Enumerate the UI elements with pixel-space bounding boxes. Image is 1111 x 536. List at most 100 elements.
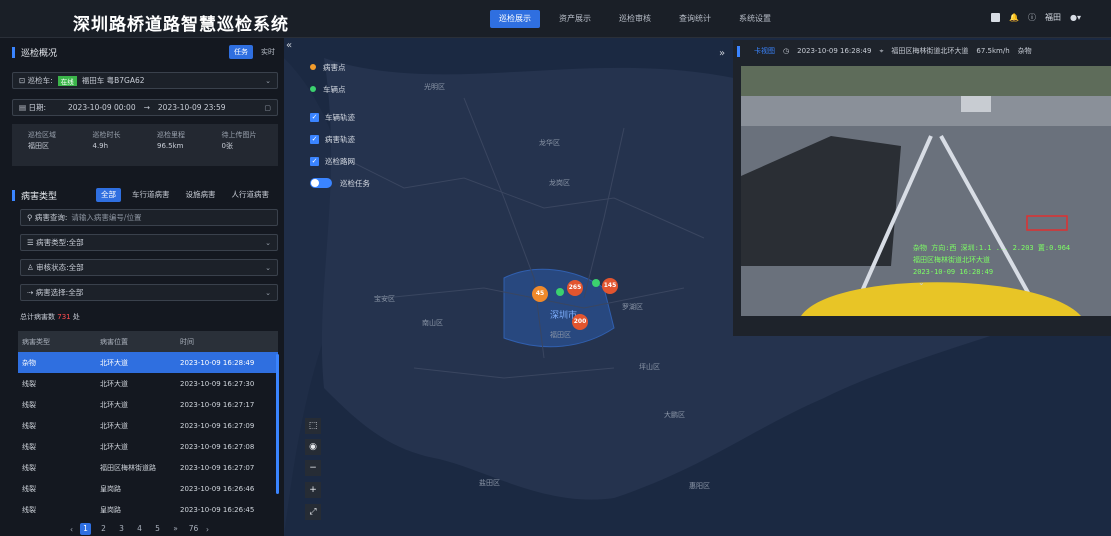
disease-cluster-marker[interactable]: 200 [572, 314, 588, 330]
pagination: ‹ 1 2 3 4 5 » 76 › [70, 523, 209, 535]
page-button[interactable]: 76 [188, 523, 199, 535]
overview-header: 巡检概况 任务 实时 [12, 40, 280, 64]
checkbox-road-network[interactable]: ✓ 巡检路网 [310, 150, 370, 172]
stat-area: 巡检区域 福田区 [28, 130, 93, 164]
page-button[interactable]: 4 [134, 523, 145, 535]
prev-page-icon[interactable]: ‹ [70, 525, 73, 534]
page-button[interactable]: 2 [98, 523, 109, 535]
tab-facility[interactable]: 设施病害 [181, 188, 221, 202]
nav-system-settings[interactable]: 系统设置 [730, 10, 780, 28]
drag-handle-icon[interactable]: ⌄ [918, 278, 925, 287]
disease-type-select[interactable]: ☰ 病害类型: 全部 ⌄ [20, 234, 278, 251]
video-location: 福田区梅林街道北环大道 [891, 47, 969, 55]
stat-label: 巡检区域 [28, 131, 56, 139]
map-label: 南山区 [422, 319, 443, 327]
video-type: 杂物 [1017, 47, 1032, 55]
list-icon: ☰ [27, 238, 37, 247]
calendar-picker-icon: ▢ [264, 104, 271, 112]
date-range-picker[interactable]: ▤ 日期: 2023-10-09 00:00 → 2023-10-09 23:5… [12, 99, 278, 116]
page-jump-button[interactable]: » [170, 523, 181, 535]
nav-asset-display[interactable]: 资产展示 [550, 10, 600, 28]
stat-value: 福田区 [28, 142, 49, 150]
tab-all[interactable]: 全部 [96, 188, 121, 202]
user-name[interactable]: 福田 [1045, 12, 1061, 23]
table-row[interactable]: 线裂 皇岗路 2023-10-09 16:26:45 [18, 499, 278, 520]
stat-value: 0张 [221, 142, 233, 150]
nav-inspection-display[interactable]: 巡检展示 [490, 10, 540, 28]
column-header[interactable]: 病害位置 [100, 337, 180, 347]
stat-value: 4.9h [92, 142, 109, 150]
zoom-out-icon[interactable]: − [305, 460, 321, 476]
stat-duration: 巡检时长 4.9h [93, 130, 158, 164]
table-scrollbar[interactable] [276, 354, 279, 494]
toggle-inspection-task[interactable]: 巡检任务 [310, 172, 370, 194]
date-end[interactable]: 2023-10-09 23:59 [158, 103, 226, 112]
map-legend: 病害点 车辆点 ✓ 车辆轨迹 ✓ 病害轨迹 ✓ 巡检路网 巡检任务 [310, 56, 370, 194]
column-header[interactable]: 病害类型 [18, 337, 100, 347]
tab-roadway[interactable]: 车行道病害 [127, 188, 175, 202]
tab-sidewalk[interactable]: 人行道病害 [227, 188, 275, 202]
disease-cluster-marker[interactable]: 145 [602, 278, 618, 294]
page-button[interactable]: 3 [116, 523, 127, 535]
date-start[interactable]: 2023-10-09 00:00 [68, 103, 136, 112]
disease-cluster-marker[interactable]: 45 [532, 286, 548, 302]
table-row[interactable]: 线裂 北环大道 2023-10-09 16:27:08 [18, 436, 278, 457]
video-header: 卡视图 ◷ 2023-10-09 16:28:49 ⌖ 福田区梅林街道北环大道 … [733, 40, 1111, 62]
vehicle-select[interactable]: ⊡ 巡检车: 在线 福田车 粤B7GA62 ⌄ [12, 72, 278, 89]
ocr-line: 杂物 方向:西 深圳:1.1 ... 2.203 置:0.964 [913, 244, 1071, 252]
stat-label: 巡检时长 [92, 131, 121, 139]
section-marker [12, 46, 15, 58]
disease-total: 总计病害数 731 处 [20, 312, 80, 322]
fullscreen-icon[interactable]: ⤢ [305, 504, 321, 520]
column-header[interactable]: 时间 [180, 337, 278, 347]
help-icon[interactable]: ⓘ [1028, 12, 1036, 23]
disease-search-input[interactable]: ⚲ 病害查询: 请输入病害编号/位置 [20, 209, 278, 226]
top-right-tools: 🔔 ⓘ 福田 ●▾ [991, 12, 1081, 23]
message-icon[interactable] [991, 13, 1001, 22]
table-row[interactable]: 杂物 北环大道 2023-10-09 16:28:49 [18, 352, 278, 373]
table-header: 病害类型 病害位置 时间 [18, 331, 278, 352]
review-status-label: 审核状态: [36, 263, 69, 272]
road-camera-image[interactable]: 杂物 方向:西 深圳:1.1 ... 2.203 置:0.964 福田区梅林街道… [741, 66, 1111, 316]
table-row[interactable]: 线裂 北环大道 2023-10-09 16:27:17 [18, 394, 278, 415]
table-row[interactable]: 线裂 北环大道 2023-10-09 16:27:09 [18, 415, 278, 436]
legend-label: 车辆点 [323, 84, 346, 94]
zoom-in-icon[interactable]: + [305, 482, 321, 498]
bell-icon[interactable]: 🔔 [1009, 13, 1019, 22]
page-button[interactable]: 1 [80, 523, 91, 535]
table-row[interactable]: 线裂 北环大道 2023-10-09 16:27:30 [18, 373, 278, 394]
page-button[interactable]: 5 [152, 523, 163, 535]
nav-inspection-review[interactable]: 巡检审核 [610, 10, 660, 28]
realtime-mode-button[interactable]: 实时 [256, 45, 280, 59]
user-avatar-icon[interactable]: ●▾ [1070, 13, 1081, 22]
table-row[interactable]: 线裂 皇岗路 2023-10-09 16:26:46 [18, 478, 278, 499]
stat-pending-images: 待上传图片 0张 [222, 130, 287, 164]
vehicle-point[interactable] [556, 288, 564, 296]
collapse-left-icon[interactable]: « [286, 40, 292, 51]
chevron-down-icon: ⌄ [265, 264, 271, 272]
select-tool-icon[interactable]: ⬚ [305, 418, 321, 434]
nav-query-stats[interactable]: 查询统计 [670, 10, 720, 28]
task-mode-button[interactable]: 任务 [229, 45, 253, 59]
calendar-icon: ▤ [19, 103, 29, 112]
pointer-icon: ⇢ [27, 288, 36, 297]
vehicle-point[interactable] [592, 279, 600, 287]
app-title: 深圳路桥道路智慧巡检系统 [73, 15, 289, 35]
checkbox-disease-track[interactable]: ✓ 病害轨迹 [310, 128, 370, 150]
checkbox-vehicle-track[interactable]: ✓ 车辆轨迹 [310, 106, 370, 128]
toggle-switch[interactable] [310, 178, 332, 188]
search-icon: ⚲ [27, 213, 35, 222]
left-panel: 巡检概况 任务 实时 ⊡ 巡检车: 在线 福田车 粤B7GA62 ⌄ ▤ 日期:… [8, 38, 280, 536]
table-row[interactable]: 线裂 福田区梅林街道路 2023-10-09 16:27:07 [18, 457, 278, 478]
video-panel: 卡视图 ◷ 2023-10-09 16:28:49 ⌖ 福田区梅林街道北环大道 … [733, 40, 1111, 336]
map-label: 惠阳区 [689, 482, 710, 490]
expand-right-icon[interactable]: » [719, 48, 725, 59]
disease-cluster-marker[interactable]: 265 [567, 280, 583, 296]
review-status-value: 全部 [68, 263, 84, 272]
locate-icon[interactable]: ◉ [305, 439, 321, 455]
disease-header: 病害类型 [12, 183, 57, 207]
review-status-select[interactable]: ♙ 审核状态: 全部 ⌄ [20, 259, 278, 276]
map-label: 坪山区 [639, 363, 660, 371]
next-page-icon[interactable]: › [206, 525, 209, 534]
disease-select[interactable]: ⇢ 病害选择: 全部 ⌄ [20, 284, 278, 301]
